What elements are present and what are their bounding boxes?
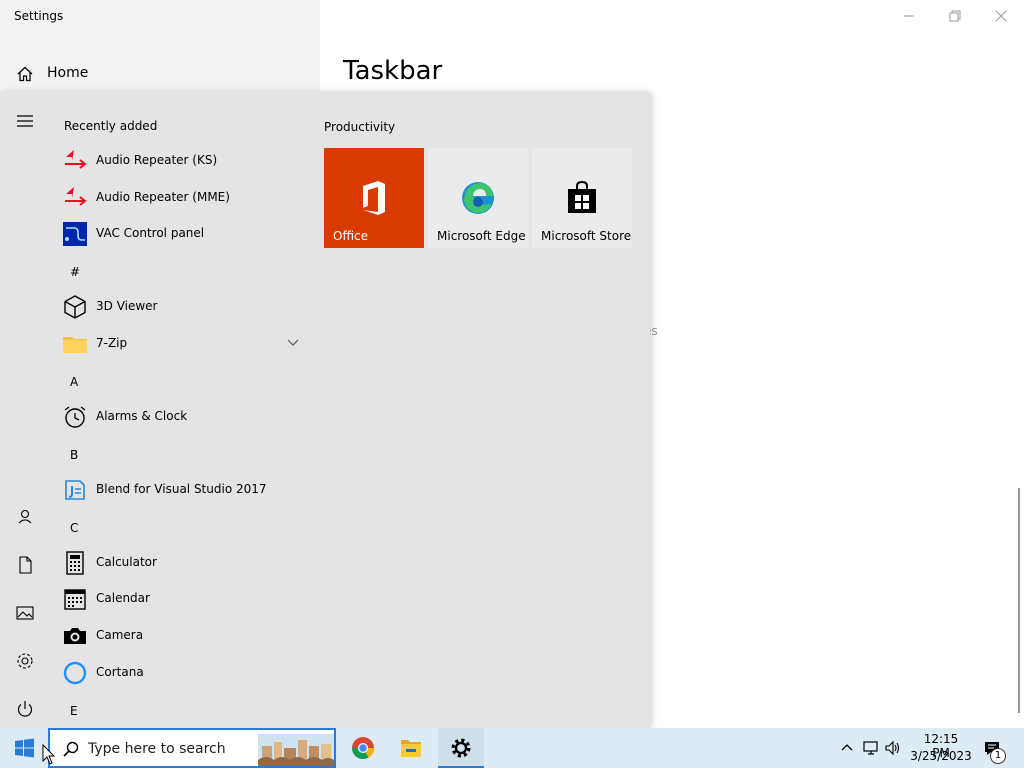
mouse-cursor-icon	[42, 744, 56, 765]
app-item-blend[interactable]: Blend for Visual Studio 2017	[50, 473, 308, 505]
alarm-clock-icon	[64, 406, 86, 428]
office-icon	[363, 181, 385, 215]
cube-icon	[64, 295, 86, 319]
windows-logo-icon	[15, 738, 34, 758]
taskbar-chrome[interactable]	[340, 728, 386, 768]
taskbar-file-explorer[interactable]	[388, 728, 434, 768]
app-item-vac-control-panel[interactable]: VAC Control panel	[50, 217, 308, 249]
audio-repeater-icon	[65, 187, 87, 206]
home-label: Home	[47, 65, 89, 81]
app-label: Calculator	[96, 555, 157, 569]
chrome-icon	[352, 737, 374, 759]
volume-icon[interactable]	[884, 739, 902, 757]
notification-count-badge: 1	[990, 748, 1006, 764]
power-icon[interactable]	[13, 697, 37, 721]
calendar-icon	[64, 589, 86, 610]
scrollbar[interactable]	[1018, 488, 1020, 713]
pictures-icon[interactable]	[13, 601, 37, 625]
tile-label: Microsoft Store	[541, 229, 632, 243]
restore-button[interactable]	[932, 0, 978, 32]
user-icon[interactable]	[13, 505, 37, 529]
app-label: 7-Zip	[96, 336, 128, 350]
app-label: Cortana	[96, 665, 144, 679]
tile-office[interactable]: Office	[324, 148, 424, 248]
audio-repeater-icon	[65, 150, 87, 169]
camera-icon	[64, 628, 86, 644]
app-label: Audio Repeater (KS)	[96, 153, 218, 167]
group-header-e[interactable]: E	[70, 704, 78, 718]
page-title: Taskbar	[343, 56, 443, 86]
app-item-calendar[interactable]: Calendar	[50, 582, 308, 614]
taskbar-settings[interactable]	[438, 728, 484, 768]
group-header-a[interactable]: A	[70, 375, 78, 389]
window-title: Settings	[14, 9, 64, 23]
app-item-calculator[interactable]: Calculator	[50, 546, 308, 578]
app-label: Alarms & Clock	[96, 409, 188, 423]
app-label: Audio Repeater (MME)	[96, 190, 230, 204]
minimize-icon	[904, 15, 914, 17]
settings-gear-icon	[451, 738, 471, 758]
app-item-audio-repeater-mme[interactable]: Audio Repeater (MME)	[50, 181, 308, 213]
blend-icon	[65, 480, 85, 500]
minimize-button[interactable]	[886, 0, 932, 32]
app-label: VAC Control panel	[96, 226, 205, 240]
app-item-alarms-clock[interactable]: Alarms & Clock	[50, 400, 308, 432]
store-icon	[568, 180, 596, 213]
group-header-hash[interactable]: #	[70, 265, 80, 279]
file-explorer-icon	[401, 740, 421, 757]
app-item-camera[interactable]: Camera	[50, 619, 308, 651]
restore-icon	[949, 10, 961, 22]
app-item-audio-repeater-ks[interactable]: Audio Repeater (KS)	[50, 144, 308, 176]
settings-gear-icon[interactable]	[13, 649, 37, 673]
start-rail	[0, 92, 50, 728]
search-icon	[63, 741, 79, 757]
app-label: 3D Viewer	[96, 299, 158, 313]
start-button[interactable]	[0, 728, 48, 768]
search-highlight-illustration	[258, 734, 334, 766]
group-header-c[interactable]: C	[70, 521, 78, 535]
app-item-cortana[interactable]: Cortana	[50, 656, 308, 688]
app-item-7-zip[interactable]: 7-Zip	[50, 327, 308, 359]
document-icon[interactable]	[13, 553, 37, 577]
chevron-up-icon[interactable]	[838, 739, 856, 757]
home-icon	[17, 66, 33, 82]
group-header-b[interactable]: B	[70, 448, 78, 462]
start-menu: Recently added Audio Repeater (KS) Audio…	[0, 92, 650, 728]
app-label: Camera	[96, 628, 144, 642]
hamburger-menu-icon[interactable]	[13, 109, 37, 133]
tile-label: Microsoft Edge	[437, 229, 526, 243]
tile-label: Office	[333, 229, 369, 243]
calculator-icon	[66, 551, 84, 575]
search-placeholder: Type here to search	[88, 741, 226, 757]
tile-group-title[interactable]: Productivity	[324, 120, 395, 134]
tile-microsoft-edge[interactable]: Microsoft Edge	[428, 148, 528, 248]
network-icon[interactable]	[862, 739, 880, 757]
cortana-icon	[63, 661, 87, 685]
clock-date[interactable]: 3/25/2023	[910, 749, 972, 763]
app-label: Calendar	[96, 591, 150, 605]
chevron-down-icon[interactable]	[286, 337, 300, 349]
vac-control-icon	[63, 222, 87, 246]
close-button[interactable]	[978, 0, 1024, 32]
app-label: Blend for Visual Studio 2017	[96, 482, 267, 496]
recently-added-heading: Recently added	[64, 119, 158, 133]
search-input[interactable]: Type here to search	[48, 728, 336, 768]
taskbar: Type here to search 12:15 PM 3/25/2023	[0, 728, 1024, 768]
close-icon	[995, 10, 1007, 22]
app-item-3d-viewer[interactable]: 3D Viewer	[50, 290, 308, 322]
home-nav-item[interactable]: Home	[0, 58, 320, 88]
tile-microsoft-store[interactable]: Microsoft Store	[532, 148, 632, 248]
edge-icon	[462, 182, 494, 214]
folder-icon	[63, 337, 87, 353]
app-list: Recently added Audio Repeater (KS) Audio…	[50, 92, 308, 728]
